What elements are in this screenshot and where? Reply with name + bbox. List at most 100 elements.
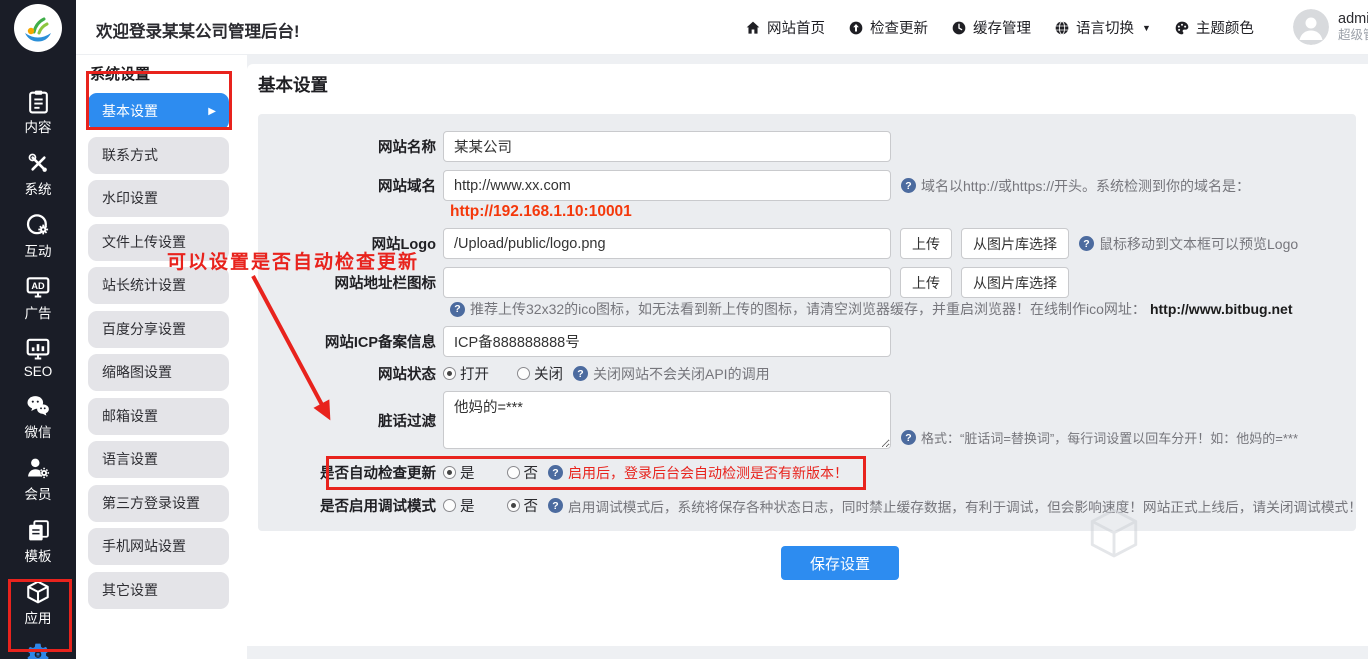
sidebar-item-template[interactable]: 模板 [0,510,76,572]
help-icon: ? [548,465,563,480]
seo-icon [25,336,51,362]
status-close-radio[interactable] [517,367,530,380]
sidebar-item-label: 互动 [25,240,52,260]
check-update-icon [848,20,864,36]
chevron-down-icon: ▼ [1142,23,1151,33]
favicon-help: ? 推荐上传32x32的ico图标，如无法看到新上传的图标，请清空浏览器缓存，并… [450,299,1293,319]
template-icon [25,517,51,543]
sidebar-item-label: 内容 [25,116,52,136]
help-icon: ? [901,178,916,193]
form-row-status: 网站状态 打开 关闭 ?关闭网站不会关闭API的调用 [258,363,770,384]
submenu-item-邮箱设置[interactable]: 邮箱设置 [88,398,229,435]
site-name-input[interactable] [443,131,891,162]
sidebar-item-label: 应用 [25,607,52,627]
help-icon: ? [901,430,916,445]
system-icon [25,150,51,176]
topnav-home[interactable]: 网站首页 [745,17,825,38]
submenu-item-联系方式[interactable]: 联系方式 [88,137,229,174]
debug-help: 启用调试模式后，系统将保存各种状态日志，同时禁止缓存数据，有利于调试，但会影响速… [568,496,1362,516]
submenu-item-label: 站长统计设置 [102,277,186,293]
sidebar-item-interact[interactable]: 互动 [0,205,76,267]
user-name: admin [1338,10,1368,28]
topnav-language[interactable]: 语言切换▼ [1054,17,1151,38]
debug-yes-label: 是 [460,495,475,516]
app-logo[interactable] [0,0,76,55]
profanity-help: 格式：“脏话词=替换词”，每行词设置以回车分开！如：他妈的=*** [921,428,1298,447]
submenu-item-label: 语言设置 [102,451,158,467]
sidebar-item-seo[interactable]: SEO [0,329,76,386]
submenu-header: 系统设置 [90,63,247,84]
sidebar-item-ad[interactable]: AD 广告 [0,267,76,329]
status-open-radio[interactable] [443,367,456,380]
sidebar-item-member[interactable]: 会员 [0,448,76,510]
submenu-item-label: 手机网站设置 [102,538,186,554]
svg-text:AD: AD [31,281,45,291]
submenu-item-第三方登录设置[interactable]: 第三方登录设置 [88,485,229,522]
submenu-item-label: 缩略图设置 [102,364,172,380]
sidebar-item-system[interactable]: 系统 [0,143,76,205]
logo-upload-button[interactable]: 上传 [900,228,952,259]
content-title: 基本设置 [258,72,328,97]
submenu-item-百度分享设置[interactable]: 百度分享设置 [88,311,229,348]
site-name-label: 网站名称 [258,136,443,157]
topnav-label: 网站首页 [767,17,825,38]
icp-input[interactable] [443,326,891,357]
logo-help: 鼠标移动到文本框可以预览Logo [1099,234,1298,254]
auto-update-yes-radio[interactable] [443,466,456,479]
sidebar-item-content[interactable]: 内容 [0,81,76,143]
sidebar-item-label: 系统 [25,178,52,198]
topnav-check-update[interactable]: 检查更新 [848,17,928,38]
debug-yes-radio[interactable] [443,499,456,512]
status-open-label: 打开 [460,363,489,384]
submenu-item-基本设置[interactable]: 基本设置▶ [88,93,229,130]
sidebar-item-app[interactable]: 应用 [0,572,76,634]
settings-submenu: 系统设置 基本设置▶ 联系方式水印设置文件上传设置站长统计设置百度分享设置缩略图设… [76,55,247,659]
status-help: 关闭网站不会关闭API的调用 [593,364,770,384]
content-icon [25,88,51,114]
sidebar-item-wechat[interactable]: 微信 [0,386,76,448]
auto-update-no-radio[interactable] [507,466,520,479]
submenu-item-文件上传设置[interactable]: 文件上传设置 [88,224,229,261]
domain-label: 网站域名 [258,175,443,196]
profanity-label: 脏话过滤 [258,410,443,431]
logo-path-input[interactable] [443,228,891,259]
domain-input[interactable] [443,170,891,201]
topnav-cache[interactable]: 缓存管理 [951,17,1031,38]
auto-update-help: 启用后，登录后台会自动检测是否有新版本！ [568,463,848,483]
detected-domain: http://192.168.1.10:10001 [450,203,632,221]
page-welcome-title: 欢迎登录某某公司管理后台! [96,18,300,42]
form-row-favicon: 网站地址栏图标 上传 从图片库选择 [258,267,1069,298]
favicon-gallery-button[interactable]: 从图片库选择 [961,267,1069,298]
form-row-icp: 网站ICP备案信息 [258,326,891,357]
form-row-site-name: 网站名称 [258,131,891,162]
submenu-item-缩略图设置[interactable]: 缩略图设置 [88,354,229,391]
sidebar-item-label: SEO [24,364,53,379]
favicon-input[interactable] [443,267,891,298]
sidebar-item-label: 会员 [25,483,52,503]
topnav-label: 缓存管理 [973,17,1031,38]
auto-update-yes-label: 是 [460,462,475,483]
logo-gallery-button[interactable]: 从图片库选择 [961,228,1069,259]
submenu-item-语言设置[interactable]: 语言设置 [88,441,229,478]
sidebar-item-label: 广告 [25,302,52,322]
wechat-icon [25,393,51,419]
form-row-profanity: 脏话过滤 他妈的=*** ? 格式：“脏话词=替换词”，每行词设置以回车分开！如：… [258,391,1298,449]
user-menu[interactable]: admin 超级管理员 [1293,9,1368,45]
debug-no-radio[interactable] [507,499,520,512]
logo-icon [14,4,62,52]
member-icon [25,455,51,481]
form-row-domain: 网站域名 ?域名以http://或https://开头。系统检测到你的域名是： [258,170,1250,201]
submenu-item-label: 邮箱设置 [102,408,158,424]
sidebar-item-settings[interactable]: 设置 [0,634,76,659]
favicon-upload-button[interactable]: 上传 [900,267,952,298]
language-icon [1054,20,1070,36]
submenu-item-水印设置[interactable]: 水印设置 [88,180,229,217]
save-settings-button[interactable]: 保存设置 [781,546,899,580]
arrow-right-icon: ▶ [208,93,216,130]
topnav-theme[interactable]: 主题颜色 [1174,17,1254,38]
submenu-item-站长统计设置[interactable]: 站长统计设置 [88,267,229,304]
submenu-item-手机网站设置[interactable]: 手机网站设置 [88,528,229,565]
submenu-item-其它设置[interactable]: 其它设置 [88,572,229,609]
submenu-item-label: 其它设置 [102,582,158,598]
profanity-textarea[interactable]: 他妈的=*** [443,391,891,449]
